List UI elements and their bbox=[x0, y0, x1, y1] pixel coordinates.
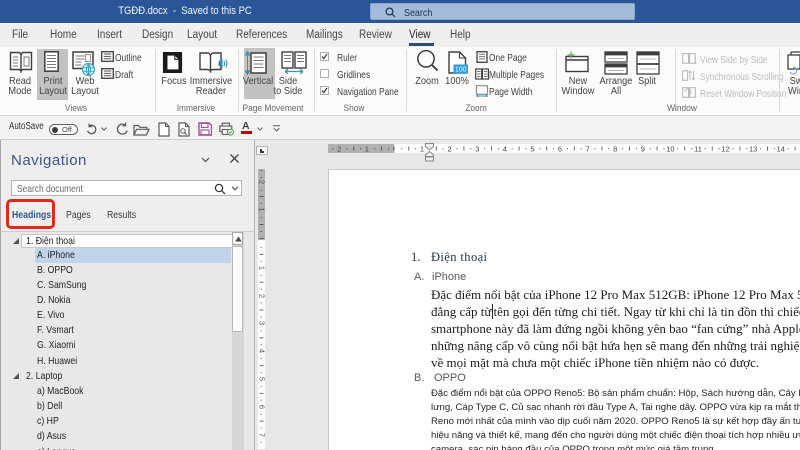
svg-text:10: 10 bbox=[666, 145, 674, 154]
svg-text:13: 13 bbox=[749, 145, 757, 154]
svg-text:9: 9 bbox=[641, 145, 645, 154]
svg-text:1: 1 bbox=[365, 145, 369, 154]
svg-text:7: 7 bbox=[586, 145, 590, 154]
svg-text:5: 5 bbox=[258, 377, 265, 381]
svg-text:5: 5 bbox=[530, 145, 534, 154]
svg-text:2: 2 bbox=[258, 180, 265, 184]
svg-text:3: 3 bbox=[475, 145, 479, 154]
svg-text:100: 100 bbox=[455, 67, 467, 74]
svg-text:2: 2 bbox=[448, 145, 452, 154]
svg-text:12: 12 bbox=[721, 145, 729, 154]
svg-text:4: 4 bbox=[503, 145, 507, 154]
svg-text:1: 1 bbox=[258, 207, 265, 211]
svg-text:8: 8 bbox=[613, 145, 617, 154]
svg-text:11: 11 bbox=[694, 145, 702, 154]
svg-text:6: 6 bbox=[558, 145, 562, 154]
svg-text:14: 14 bbox=[777, 145, 785, 154]
svg-text:2: 2 bbox=[337, 145, 341, 154]
